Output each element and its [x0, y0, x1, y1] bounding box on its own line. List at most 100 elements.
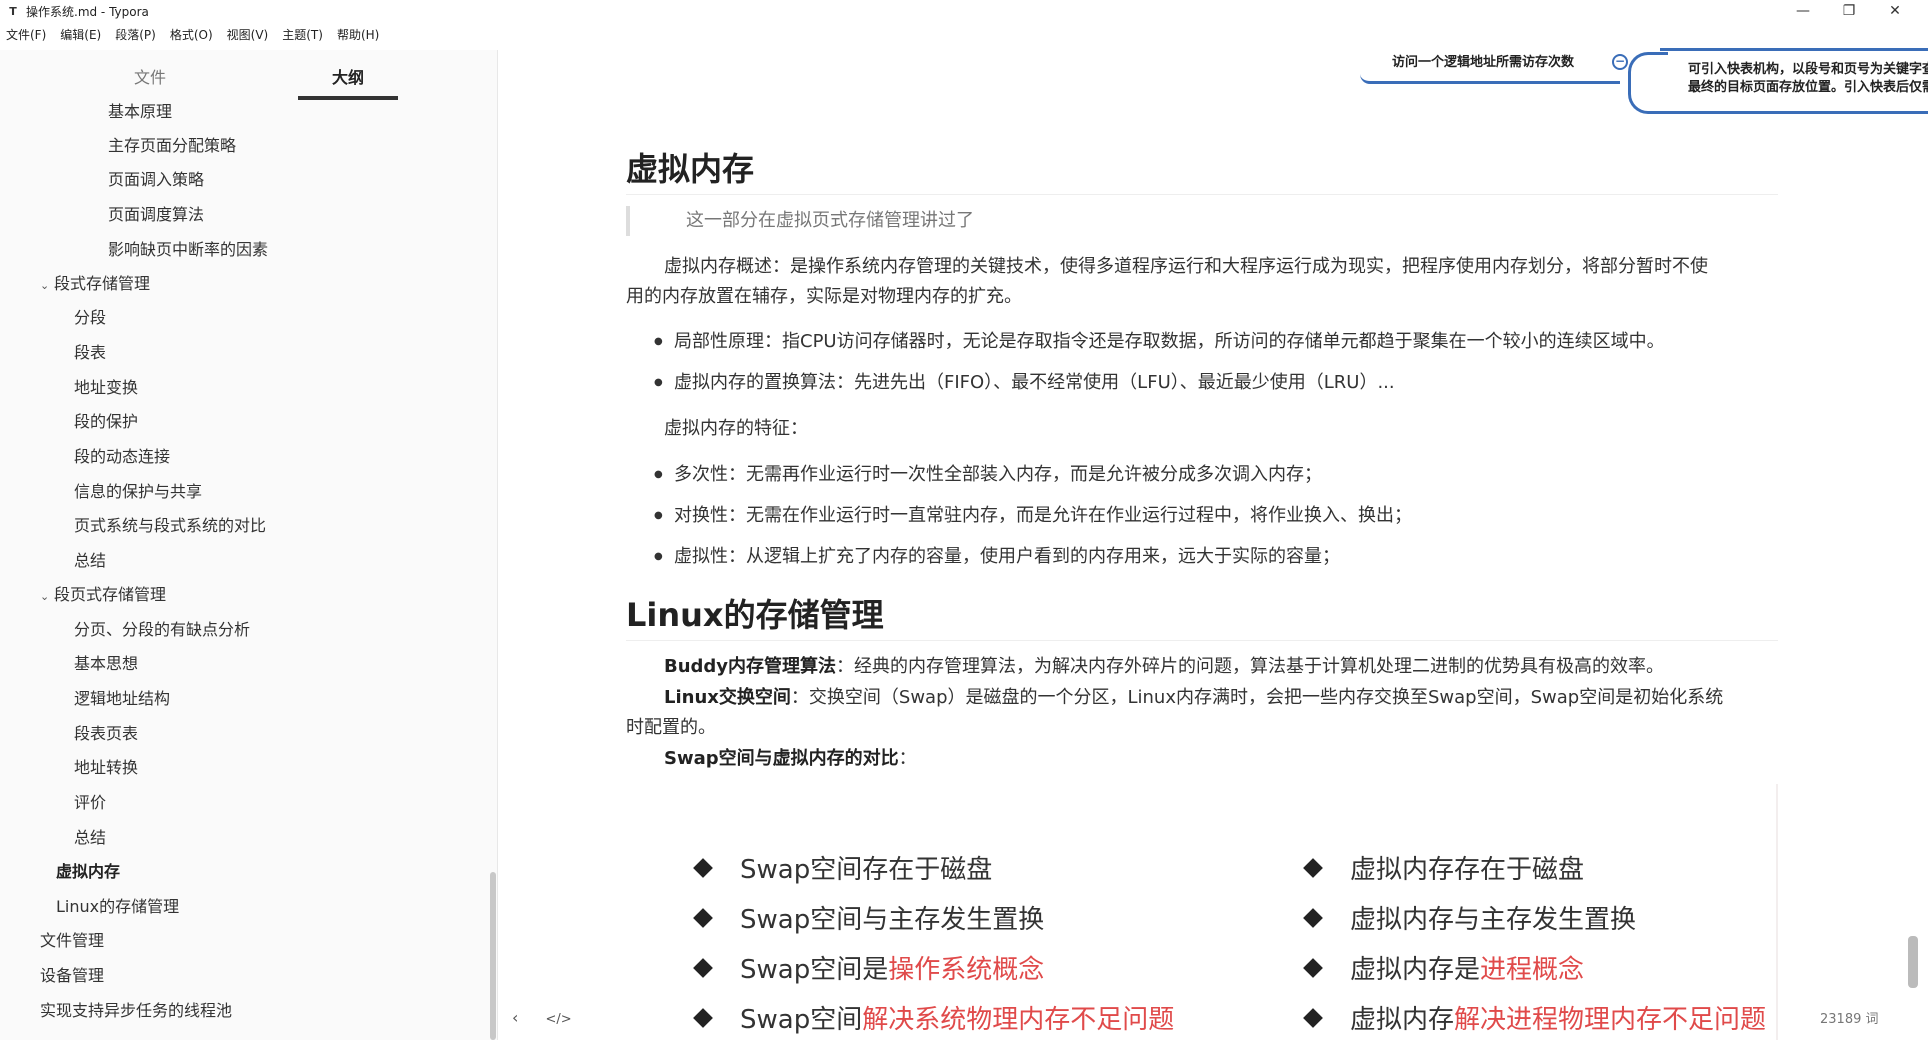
highlight-text: 解决系统物理内存不足问题: [862, 1005, 1175, 1035]
menu-paragraph[interactable]: 段落(P): [115, 26, 156, 43]
outline-item[interactable]: 分页、分段的有缺点分析: [74, 618, 250, 642]
collapse-icon: −: [1612, 54, 1628, 70]
outline-item[interactable]: 段表: [74, 341, 106, 365]
diamond-bullet-icon: [693, 857, 713, 878]
outline-item[interactable]: 段的保护: [74, 410, 138, 434]
outline-item[interactable]: 影响缺页中断率的因素: [108, 238, 268, 262]
highlight-text: 解决进程物理内存不足问题: [1454, 1005, 1767, 1035]
menu-help[interactable]: 帮助(H): [337, 26, 379, 43]
outline-item[interactable]: 主存页面分配策略: [108, 134, 236, 158]
outline-item-segment-storage[interactable]: ⌄ 段式存储管理: [40, 272, 150, 296]
diamond-bullet-icon: [693, 907, 713, 928]
minimize-button[interactable]: —: [1780, 0, 1826, 22]
window-title: 操作系统.md - Typora: [26, 4, 149, 19]
outline-item[interactable]: 基本思想: [74, 652, 138, 676]
diamond-bullet-icon: [693, 957, 713, 978]
menu-file[interactable]: 文件(F): [6, 26, 46, 43]
outline-item[interactable]: 分段: [74, 306, 106, 330]
typora-logo-icon: T: [9, 4, 17, 18]
paragraph: 虚拟内存概述：是操作系统内存管理的关键技术，使得多道程序运行和大程序运行成为现实…: [626, 252, 1778, 312]
menu-view[interactable]: 视图(V): [227, 26, 269, 43]
list-item: 局部性原理：指CPU访问存储器时，无论是存取指令还是存取数据，所访问的存储单元都…: [654, 327, 1778, 357]
tab-files[interactable]: 文件: [100, 64, 200, 100]
outline-item[interactable]: 逻辑地址结构: [74, 687, 170, 711]
mindmap-image: 访问一个逻辑地址所需访存次数 − 可引入快表机构，以段号和页号为关键字查询快表，…: [1200, 44, 1928, 120]
text-line: 用的内存放置在辅存，实际是对物理内存的扩充。: [626, 286, 1022, 307]
bold-label: Swap空间与虚拟内存的对比: [664, 748, 899, 769]
text-line: 虚拟内存概述：是操作系统内存管理的关键技术，使得多道程序运行和大程序运行成为现实…: [664, 256, 1708, 277]
list-item: 虚拟内存的置换算法：先进先出（FIFO）、最不经常使用（LFU）、最近最少使用（…: [654, 368, 1778, 398]
list-item: 对换性：无需在作业运行时一直常驻内存，而是允许在作业运行过程中，将作业换入、换出…: [654, 501, 1778, 531]
list-item: 多次性：无需再作业运行时一次性全部装入内存，而是允许被分成多次调入内存；: [654, 460, 1778, 490]
text: ：: [898, 748, 917, 769]
sidebar-tabs: 文件 大纲: [0, 64, 497, 100]
menu-edit[interactable]: 编辑(E): [60, 26, 101, 43]
chevron-down-icon[interactable]: ⌄: [40, 585, 54, 609]
outline-item[interactable]: 段表页表: [74, 722, 138, 746]
editor-scrollbar[interactable]: [1908, 936, 1918, 988]
list-item: 虚拟性：从逻辑上扩充了内存的容量，使用户看到的内存用来，远大于实际的容量；: [654, 542, 1778, 572]
heading-linux-storage: Linux的存储管理: [626, 590, 1778, 641]
heading-virtual-memory: 虚拟内存: [626, 144, 1778, 195]
tab-outline[interactable]: 大纲: [298, 64, 398, 100]
outline-item[interactable]: 页面调入策略: [108, 168, 204, 192]
menu-theme[interactable]: 主题(T): [282, 26, 323, 43]
outline-item-label: 段式存储管理: [54, 274, 151, 293]
outline-item[interactable]: 评价: [74, 791, 106, 815]
comparison-row: 虚拟内存与主存发生置换: [1303, 900, 1636, 940]
menu-bar: 文件(F) 编辑(E) 段落(P) 格式(O) 视图(V) 主题(T) 帮助(H…: [0, 24, 393, 44]
text: ：经典的内存管理算法，为解决内存外碎片的问题，算法基于计算机处理二进制的优势具有…: [836, 656, 1665, 677]
outline-item-segment-page-storage[interactable]: ⌄ 段页式存储管理: [40, 583, 166, 607]
bold-label: Buddy内存管理算法: [664, 656, 837, 677]
sidebar: 文件 大纲 基本原理 主存页面分配策略 页面调入策略 页面调度算法 影响缺页中断…: [0, 50, 498, 1040]
editor-content[interactable]: 访问一个逻辑地址所需访存次数 − 可引入快表机构，以段号和页号为关键字查询快表，…: [500, 44, 1928, 1040]
diamond-bullet-icon: [693, 1007, 713, 1028]
text-line: 时配置的。: [626, 717, 716, 738]
paragraph: Buddy内存管理算法：经典的内存管理算法，为解决内存外碎片的问题，算法基于计算…: [626, 652, 1778, 682]
close-button[interactable]: ✕: [1872, 0, 1918, 22]
outline-item-active[interactable]: 虚拟内存: [56, 860, 120, 884]
mindmap-text-line: 最终的目标页面存放位置。引入快表后仅需一次访存: [1688, 80, 1928, 95]
comparison-image: Swap空间存在于磁盘 Swap空间与主存发生置换 Swap空间是操作系统概念 …: [650, 784, 1778, 1040]
outline-item[interactable]: 设备管理: [40, 964, 104, 988]
title-bar: T 操作系统.md - Typora: [0, 0, 1928, 22]
text: 虚拟内存存在于磁盘: [1350, 855, 1585, 885]
text-line: Linux交换空间：交换空间（Swap）是磁盘的一个分区，Linux内存满时，会…: [626, 683, 1778, 713]
comparison-row: 虚拟内存是进程概念: [1303, 950, 1585, 990]
outline-item[interactable]: 页式系统与段式系统的对比: [74, 514, 266, 538]
maximize-button[interactable]: ❐: [1826, 0, 1872, 22]
outline-item[interactable]: 页面调度算法: [108, 203, 204, 227]
comparison-row: 虚拟内存解决进程物理内存不足问题: [1303, 1000, 1767, 1040]
text: ：交换空间（Swap）是磁盘的一个分区，Linux内存满时，会把一些内存交换至S…: [790, 687, 1724, 708]
outline-item[interactable]: 实现支持异步任务的线程池: [40, 999, 232, 1023]
highlight-text: 进程概念: [1480, 955, 1585, 985]
outline-item[interactable]: 总结: [74, 549, 106, 573]
outline-item[interactable]: 信息的保护与共享: [74, 480, 202, 504]
sidebar-scrollbar[interactable]: [490, 872, 496, 1040]
text: Swap空间存在于磁盘: [740, 855, 993, 885]
paragraph: 虚拟内存的特征：: [664, 418, 808, 439]
mindmap-text-line: 可引入快表机构，以段号和页号为关键字查询快表，即可直接找到: [1688, 62, 1928, 77]
text: Swap空间: [740, 1005, 863, 1035]
word-count[interactable]: 23189 词: [1820, 1008, 1879, 1027]
chevron-down-icon[interactable]: ⌄: [40, 274, 54, 298]
outline-item[interactable]: 段的动态连接: [74, 445, 170, 469]
diamond-bullet-icon: [1303, 1007, 1323, 1028]
menu-format[interactable]: 格式(O): [170, 26, 213, 43]
comparison-row: Swap空间与主存发生置换: [693, 900, 1045, 940]
outline-item[interactable]: 地址转换: [74, 756, 138, 780]
outline-item[interactable]: 地址变换: [74, 376, 138, 400]
text: Swap空间与主存发生置换: [740, 905, 1045, 935]
outline-item[interactable]: 基本原理: [108, 100, 172, 124]
outline-item[interactable]: 文件管理: [40, 929, 104, 953]
outline-item[interactable]: Linux的存储管理: [56, 895, 179, 919]
comparison-row: 虚拟内存存在于磁盘: [1303, 850, 1585, 890]
source-code-mode-icon[interactable]: </>: [546, 1012, 572, 1027]
outline-item[interactable]: 总结: [74, 826, 106, 850]
paragraph: Linux交换空间：交换空间（Swap）是磁盘的一个分区，Linux内存满时，会…: [626, 683, 1778, 743]
diamond-bullet-icon: [1303, 857, 1323, 878]
diamond-bullet-icon: [1303, 957, 1323, 978]
mindmap-node-right: 可引入快表机构，以段号和页号为关键字查询快表，即可直接找到 最终的目标页面存放位…: [1660, 48, 1928, 114]
mindmap-node-left: 访问一个逻辑地址所需访存次数: [1360, 48, 1620, 84]
toggle-sidebar-icon[interactable]: ‹: [512, 1008, 518, 1027]
